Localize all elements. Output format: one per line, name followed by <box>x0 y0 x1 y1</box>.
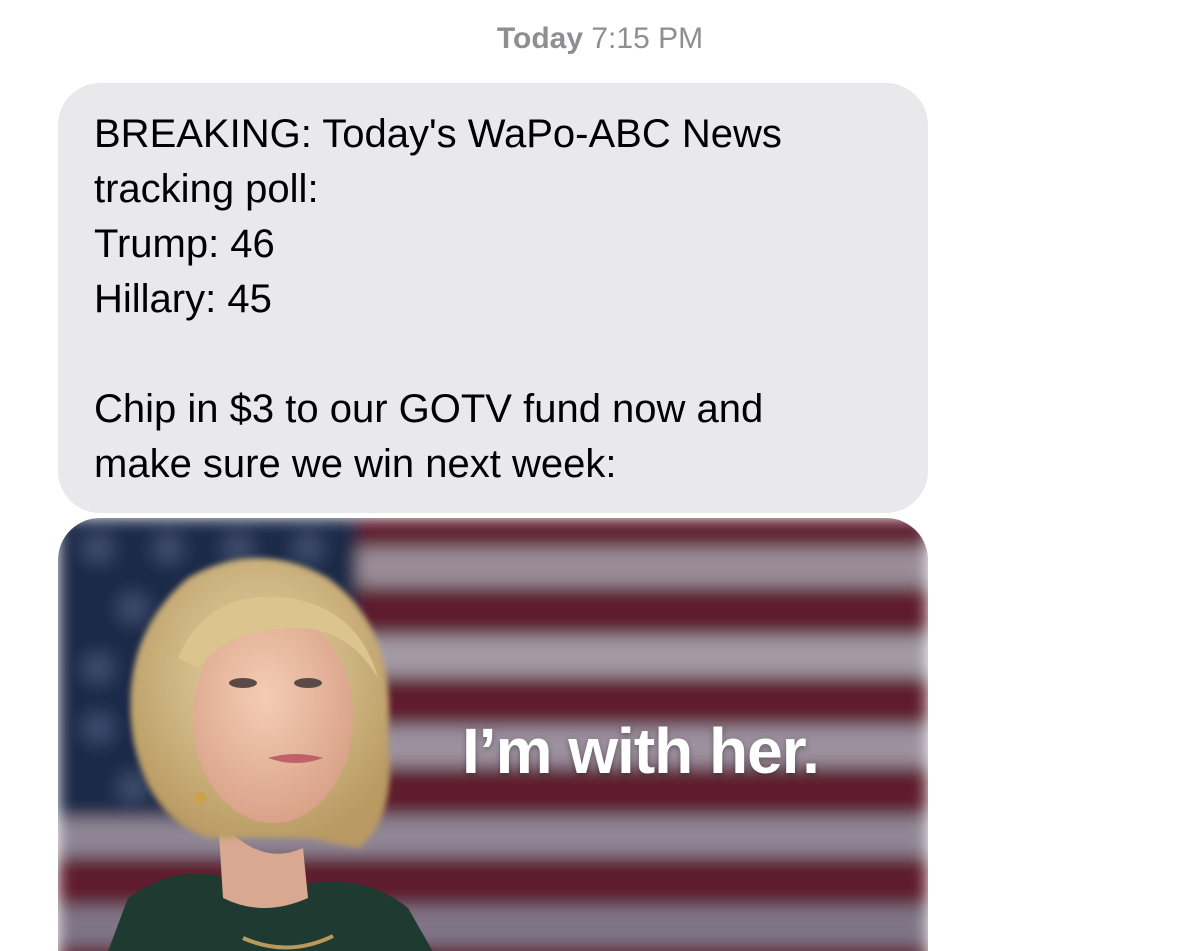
message-line: tracking poll: <box>94 167 319 211</box>
message-line: Hillary: 45 <box>94 277 272 321</box>
received-message-bubble[interactable]: BREAKING: Today's WaPo-ABC News tracking… <box>58 83 928 513</box>
message-line: make sure we win next week: <box>94 442 617 486</box>
timestamp-time: 7:15 PM <box>591 22 704 55</box>
message-line: Chip in $3 to our GOTV fund now and <box>94 387 764 431</box>
campaign-slogan: I’m with her. <box>462 715 820 787</box>
timestamp-day: Today <box>496 22 584 55</box>
message-line: Trump: 46 <box>94 222 275 266</box>
message-timestamp: Today 7:15 PM <box>0 20 1200 58</box>
message-image-attachment[interactable]: I’m with her. <box>58 518 928 951</box>
message-line: BREAKING: Today's WaPo-ABC News <box>94 112 782 156</box>
